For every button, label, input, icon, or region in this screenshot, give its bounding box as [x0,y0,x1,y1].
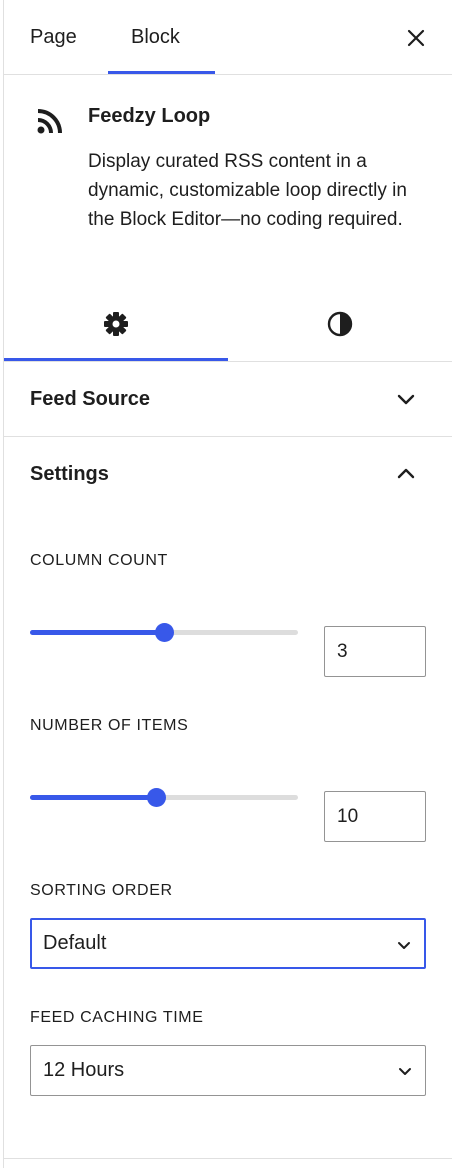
chevron-down-icon [397,394,415,405]
feed-caching-time-select[interactable]: 12 Hours [30,1045,426,1096]
number-of-items-label: NUMBER OF ITEMS [30,717,189,734]
inspector-icon-tabs [4,286,452,362]
feed-caching-time-label: FEED CACHING TIME [30,1009,204,1026]
sorting-order-select[interactable]: Default [30,918,426,969]
column-count-slider[interactable] [30,620,298,644]
panel-settings-title: Settings [30,463,109,485]
close-button[interactable] [402,24,430,52]
tab-block[interactable]: Block [131,0,180,74]
tab-settings[interactable] [4,286,228,361]
active-icon-tab-indicator [4,358,228,361]
panel-feed-source-title: Feed Source [30,388,151,410]
block-title: Feedzy Loop [88,105,211,127]
panel-settings-toggle[interactable]: Settings [4,437,452,511]
number-of-items-input[interactable] [324,791,426,842]
active-tab-indicator [108,71,215,74]
column-count-label: COLUMN COUNT [30,552,168,569]
tab-page[interactable]: Page [30,0,77,74]
column-count-input[interactable] [324,626,426,677]
slider-fill [30,795,156,800]
number-of-items-slider[interactable] [30,785,298,809]
sorting-order-value: Default [43,932,107,954]
chevron-down-icon [399,1068,411,1075]
close-icon [407,29,425,47]
feed-caching-time-value: 12 Hours [43,1059,125,1081]
sidebar-tabs: Page Block [4,0,452,75]
panel-bottom-divider [4,1158,452,1159]
panel-feed-source-toggle[interactable]: Feed Source [4,362,452,437]
block-description: Display curated RSS content in a dynamic… [88,151,407,230]
slider-thumb[interactable] [147,788,166,807]
chevron-down-icon [398,942,410,949]
block-card: Feedzy Loop Display curated RSS content … [4,75,452,285]
slider-thumb[interactable] [155,623,174,642]
slider-fill [30,630,164,635]
chevron-up-icon [397,468,415,479]
styles-icon [327,311,353,337]
settings-icon [104,312,128,336]
rss-icon [37,109,62,134]
tab-styles[interactable] [228,286,452,361]
sorting-order-label: SORTING ORDER [30,882,173,899]
